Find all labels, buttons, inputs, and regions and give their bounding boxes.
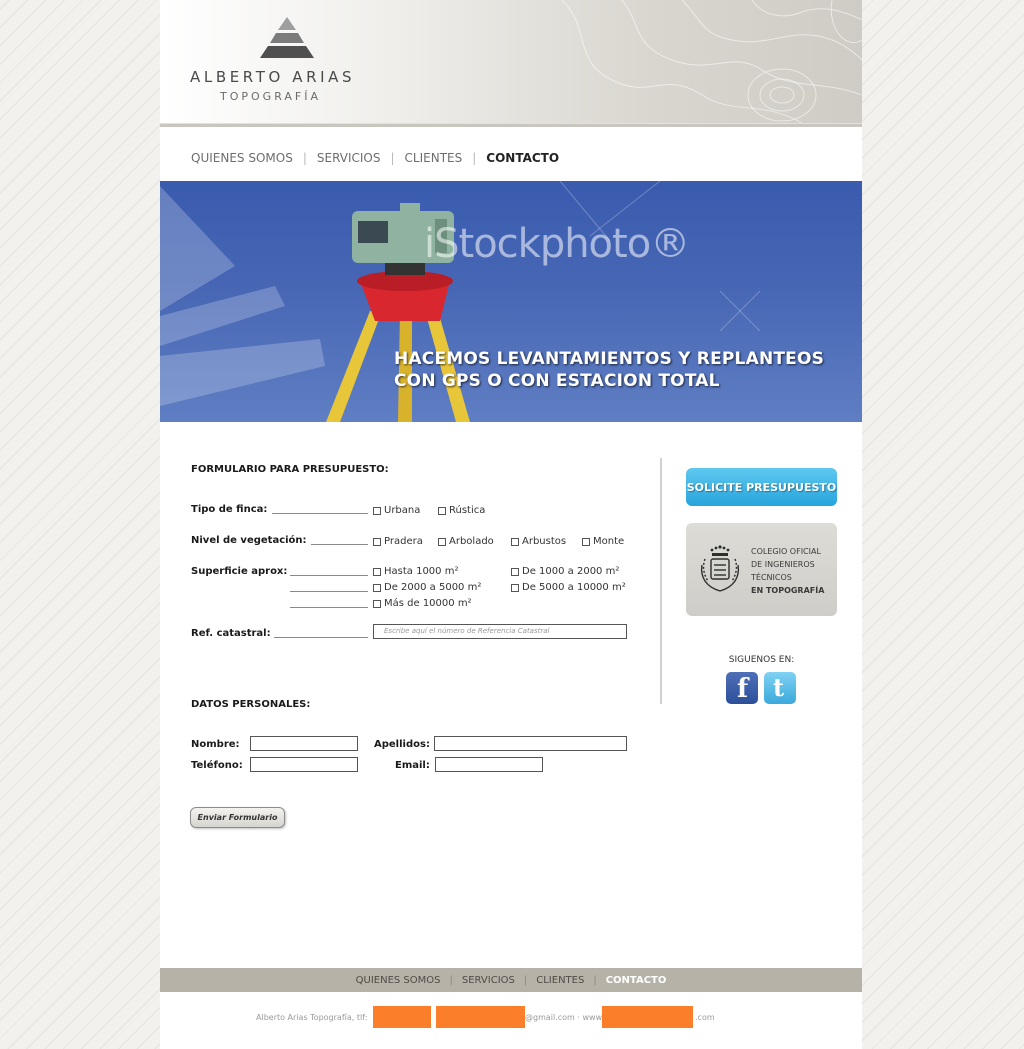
hero-headline-line2: CON GPS O CON ESTACION TOTAL xyxy=(394,371,720,391)
label-rule xyxy=(272,513,368,514)
colegio-seal-icon xyxy=(700,545,740,592)
superficie-label: Superficie aprox: xyxy=(191,566,288,577)
telefono-input[interactable] xyxy=(250,757,358,772)
option-label: Más de 10000 m² xyxy=(384,598,472,609)
checkbox[interactable] xyxy=(511,567,519,576)
nav-separator: | xyxy=(523,974,528,986)
option-label: Arbolado xyxy=(449,536,494,547)
ref-catastral-label: Ref. catastral: xyxy=(191,628,271,639)
personal-data-title: DATOS PERSONALES: xyxy=(191,699,311,710)
option-1000-2000[interactable]: De 1000 a 2000 m² xyxy=(511,566,619,577)
option-monte[interactable]: Monte xyxy=(582,536,624,547)
header: ALBERTO ARIAS TOPOGRAFÍA xyxy=(160,0,862,123)
email-label: Email: xyxy=(395,760,430,771)
label-rule xyxy=(290,607,368,608)
footer-company-phone-label: Alberto Arias Topografía, tlf: xyxy=(256,1013,368,1022)
vegetacion-label: Nivel de vegetación: xyxy=(191,535,307,546)
option-label: Hasta 1000 m² xyxy=(384,566,459,577)
form-title: FORMULARIO PARA PRESUPUESTO: xyxy=(191,464,389,475)
option-label: Pradera xyxy=(384,536,423,547)
nav-separator: | xyxy=(472,151,477,165)
checkbox[interactable] xyxy=(438,537,446,546)
footer-nav-clientes[interactable]: CLIENTES xyxy=(536,975,584,986)
label-rule xyxy=(290,591,368,592)
nav-separator: | xyxy=(449,974,453,986)
colegio-text-line: DE INGENIEROS xyxy=(751,560,815,569)
footer-nav-quienes-somos[interactable]: QUIENES SOMOS xyxy=(356,975,441,986)
option-label: De 5000 a 10000 m² xyxy=(522,582,626,593)
footer-nav-contacto[interactable]: CONTACTO xyxy=(606,975,667,986)
request-quote-button[interactable]: SOLICITE PRESUPUESTO xyxy=(686,468,837,506)
ref-catastral-input[interactable]: Escribe aquí el número de Referencia Cat… xyxy=(373,624,627,639)
footer-website-tld: .com xyxy=(695,1013,715,1022)
colegio-text-line: EN TOPOGRAFÍA xyxy=(751,586,825,595)
hero-headline-line1: HACEMOS LEVANTAMIENTOS Y REPLANTEOS xyxy=(394,349,825,369)
option-label: Urbana xyxy=(384,505,421,516)
header-divider xyxy=(160,123,862,127)
option-urbana[interactable]: Urbana xyxy=(373,505,420,516)
brand-subtitle: TOPOGRAFÍA xyxy=(220,90,322,103)
facebook-icon[interactable]: f xyxy=(726,672,758,704)
option-arbustos[interactable]: Arbustos xyxy=(511,536,566,547)
redacted-email-user xyxy=(436,1006,525,1028)
twitter-icon[interactable]: t xyxy=(764,672,796,704)
option-mas-10000[interactable]: Más de 10000 m² xyxy=(373,598,472,609)
label-rule xyxy=(274,637,368,638)
nav-quienes-somos[interactable]: QUIENES SOMOS xyxy=(191,151,293,165)
redacted-website xyxy=(602,1006,693,1028)
email-input[interactable] xyxy=(435,757,543,772)
stockphoto-watermark: iStockphoto® xyxy=(424,221,690,267)
nav-separator: | xyxy=(302,151,307,165)
apellidos-label: Apellidos: xyxy=(374,739,430,750)
footer-nav: QUIENES SOMOS | SERVICIOS | CLIENTES | C… xyxy=(160,968,862,992)
submit-form-button[interactable]: Enviar Formulario xyxy=(190,807,285,828)
label-rule xyxy=(311,544,368,545)
nav-servicios[interactable]: SERVICIOS xyxy=(317,151,381,165)
option-label: De 1000 a 2000 m² xyxy=(522,566,620,577)
footer-nav-servicios[interactable]: SERVICIOS xyxy=(462,975,515,986)
brand-name: ALBERTO ARIAS xyxy=(190,68,356,86)
checkbox[interactable] xyxy=(438,506,446,515)
apellidos-input[interactable] xyxy=(434,736,627,751)
page: ALBERTO ARIAS TOPOGRAFÍA QUIENES SOMOS |… xyxy=(160,0,862,1049)
checkbox[interactable] xyxy=(373,567,381,576)
nav-clientes[interactable]: CLIENTES xyxy=(405,151,463,165)
checkbox[interactable] xyxy=(373,537,381,546)
option-rustica[interactable]: Rústica xyxy=(438,505,485,516)
follow-us-label: SIGUENOS EN: xyxy=(728,655,795,665)
option-label: Arbustos xyxy=(522,536,567,547)
option-pradera[interactable]: Pradera xyxy=(373,536,423,547)
option-5000-10000[interactable]: De 5000 a 10000 m² xyxy=(511,582,626,593)
nombre-input[interactable] xyxy=(250,736,358,751)
label-rule xyxy=(290,575,368,576)
redacted-phone xyxy=(373,1006,431,1028)
footer-email-domain: @gmail.com · www. xyxy=(525,1013,604,1022)
colegio-text-line: COLEGIO OFICIAL xyxy=(751,547,821,556)
colegio-badge[interactable]: COLEGIO OFICIAL DE INGENIEROS TÉCNICOS E… xyxy=(686,523,837,616)
hero-banner: iStockphoto® HACEMOS LEVANTAMIENTOS Y RE… xyxy=(160,181,862,422)
checkbox[interactable] xyxy=(582,537,590,546)
main-nav: QUIENES SOMOS | SERVICIOS | CLIENTES | C… xyxy=(191,151,559,165)
nav-separator: | xyxy=(593,974,597,986)
checkbox[interactable] xyxy=(373,583,381,592)
option-label: Rústica xyxy=(449,505,486,516)
checkbox[interactable] xyxy=(373,599,381,608)
pyramid-logo-icon xyxy=(260,17,314,58)
sidebar-divider xyxy=(660,458,662,704)
nombre-label: Nombre: xyxy=(191,739,240,750)
option-2000-5000[interactable]: De 2000 a 5000 m² xyxy=(373,582,481,593)
nav-contacto[interactable]: CONTACTO xyxy=(486,151,559,165)
option-label: Monte xyxy=(593,536,625,547)
telefono-label: Teléfono: xyxy=(191,760,243,771)
nav-separator: | xyxy=(390,151,395,165)
checkbox[interactable] xyxy=(373,506,381,515)
option-arbolado[interactable]: Arbolado xyxy=(438,536,494,547)
topographic-contours-decoration xyxy=(561,0,862,123)
option-label: De 2000 a 5000 m² xyxy=(384,582,482,593)
checkbox[interactable] xyxy=(511,583,519,592)
option-hasta-1000[interactable]: Hasta 1000 m² xyxy=(373,566,458,577)
tipo-finca-label: Tipo de finca: xyxy=(191,504,268,515)
colegio-text-line: TÉCNICOS xyxy=(751,573,792,582)
checkbox[interactable] xyxy=(511,537,519,546)
